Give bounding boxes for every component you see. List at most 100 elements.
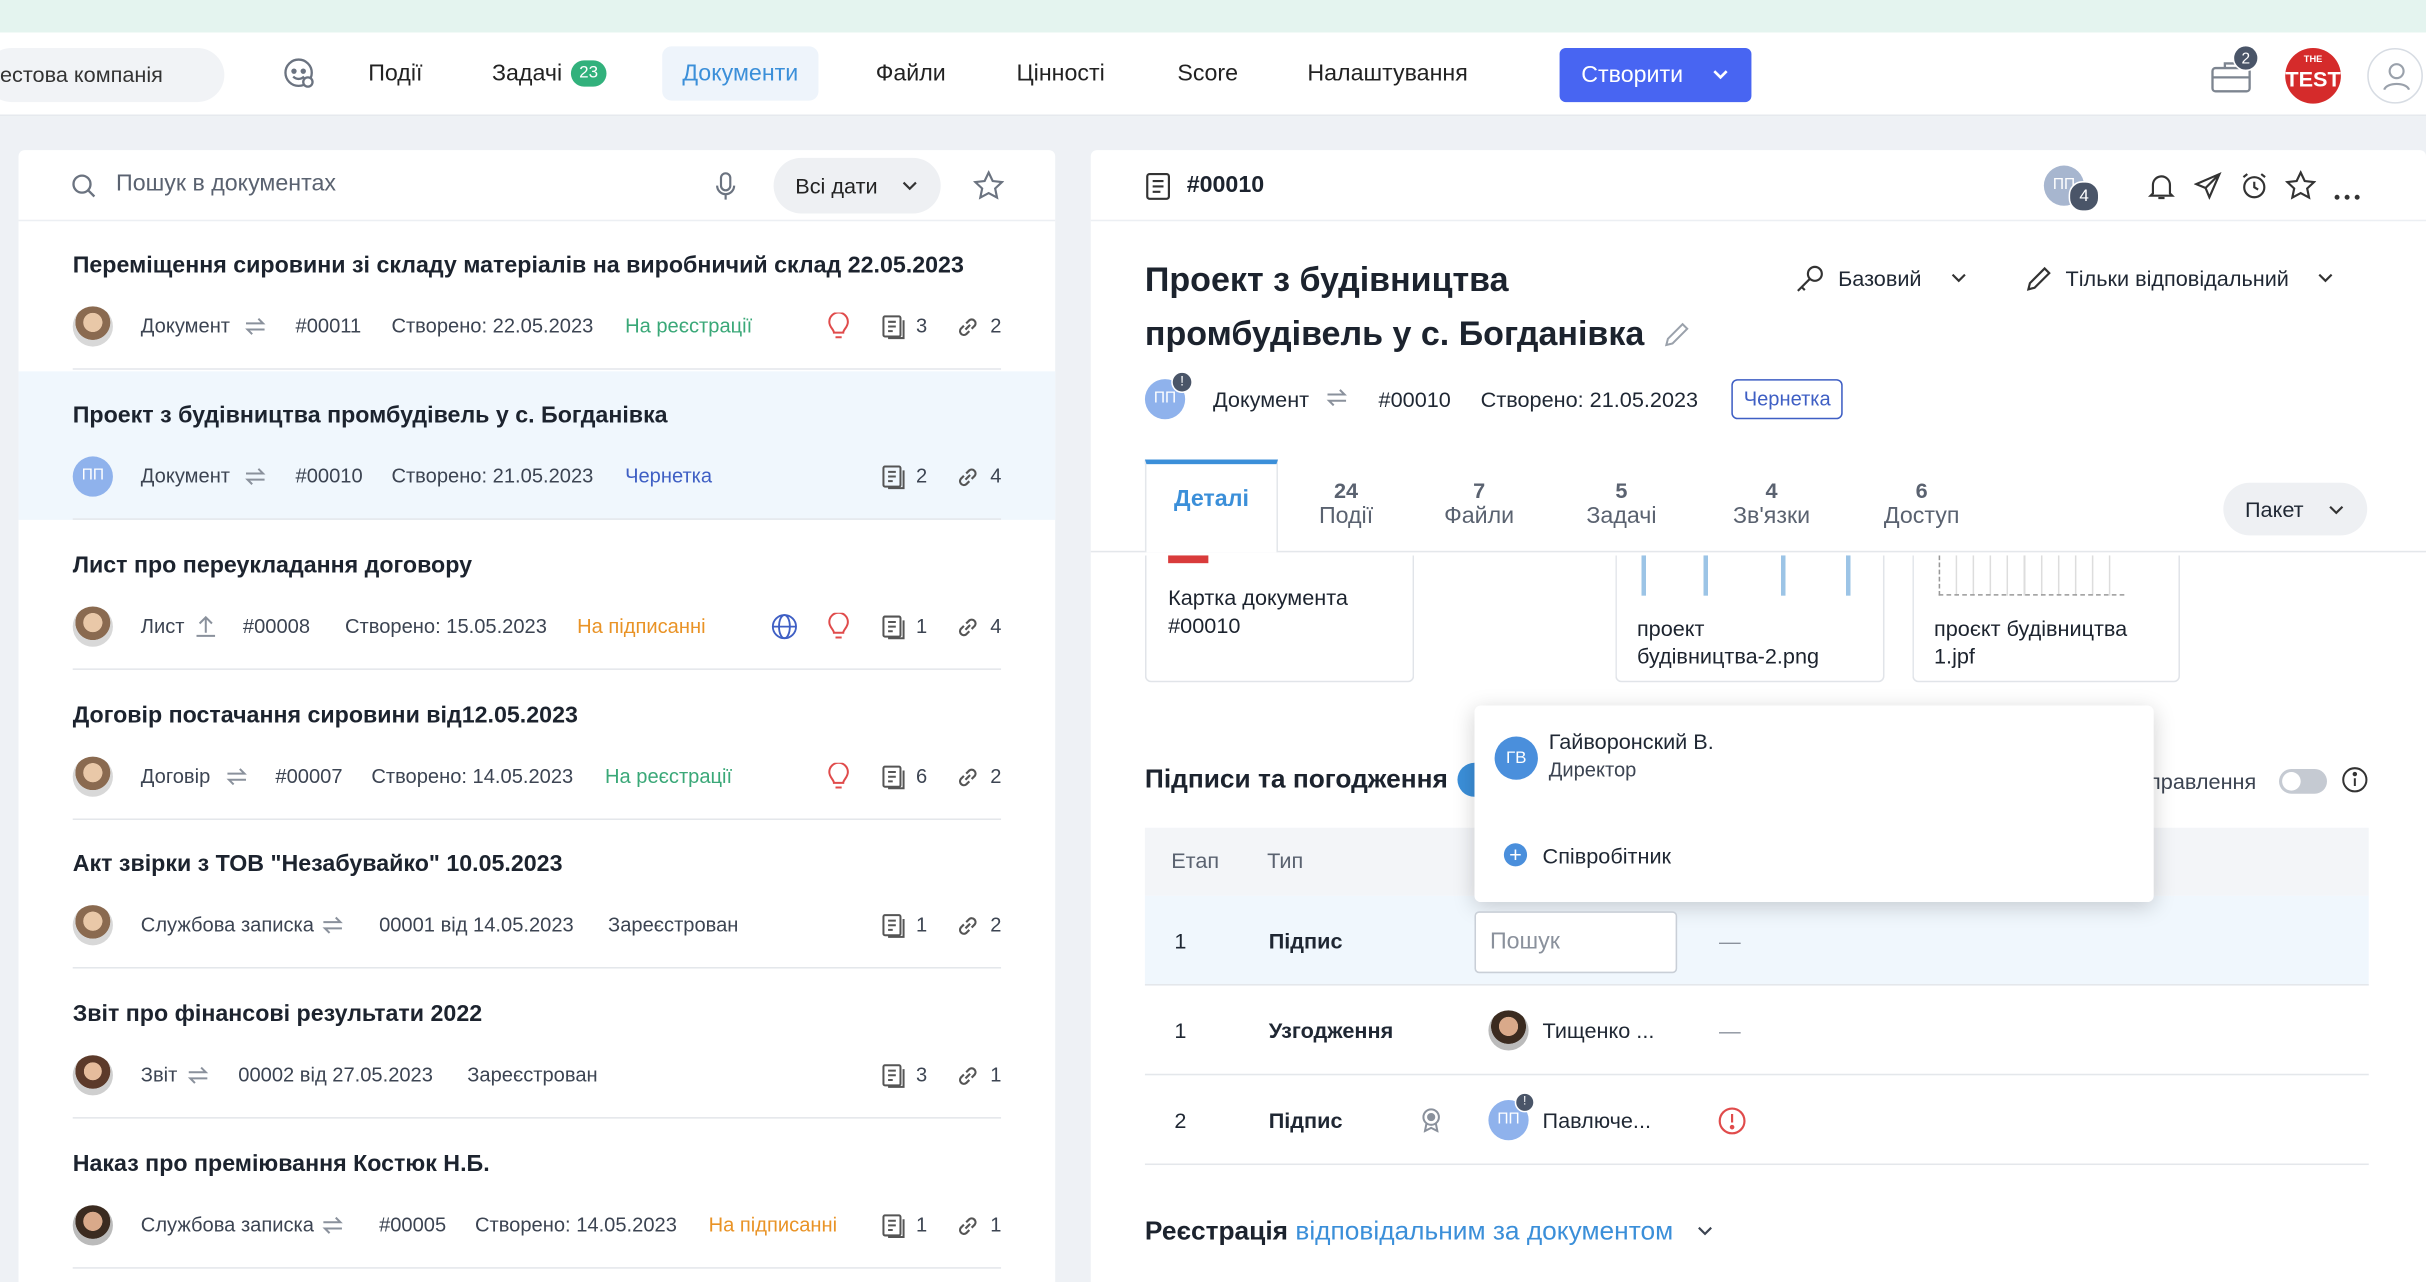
nav-documents[interactable]: Документи — [662, 46, 819, 101]
document-title: Звіт про фінансові результати 2022 — [72, 1001, 483, 1028]
plus-icon: + — [1503, 843, 1528, 867]
star-icon[interactable] — [2284, 169, 2317, 207]
documents-search-input[interactable]: Пошук в документах — [116, 170, 336, 196]
tab-relations-label: Зв'язки — [1732, 502, 1811, 530]
table-row[interactable]: 1 Підпис — — [1144, 895, 2369, 986]
file-card-image-2[interactable]: проєкт будівництва 1.jpf — [1912, 555, 2181, 683]
briefcase-count-badge: 2 — [2232, 44, 2259, 72]
row-person[interactable]: Тищенко ... — [1543, 986, 1655, 1076]
author-avatar — [72, 606, 113, 647]
nav-settings[interactable]: Налаштування — [1287, 46, 1488, 100]
sync-icon — [243, 314, 268, 339]
tab-access[interactable]: 6 Доступ — [1869, 460, 1974, 553]
signer-search-input[interactable]: Пошук — [1474, 911, 1678, 974]
document-list-item[interactable]: Лист про переукладання договору Лист #0000… — [19, 521, 1056, 670]
chevron-down-icon — [1713, 70, 1728, 80]
row-stage: 1 — [1174, 1018, 1187, 1043]
sync-icon — [320, 1213, 345, 1238]
info-icon[interactable] — [2341, 766, 2369, 802]
document-number: 00001 від 14.05.2023 — [379, 912, 574, 937]
nav-files[interactable]: Файли — [856, 46, 966, 100]
links-count: 4 — [990, 464, 1002, 488]
add-employee-option[interactable]: Співробітник — [1543, 843, 1671, 868]
divider — [72, 668, 1002, 670]
company-logo[interactable]: THE TEST — [2285, 47, 2341, 104]
document-list-item[interactable]: Договір постачання сировини від12.05.202… — [19, 671, 1056, 821]
sync-icon — [186, 1063, 211, 1088]
alarm-clock-icon[interactable] — [2240, 172, 2268, 208]
attachments-count: 1 — [915, 912, 928, 937]
suggested-person-role: Директор — [1548, 758, 1637, 782]
document-list-item[interactable]: Наказ про преміювання Костюк Н.Б. Службов… — [19, 1120, 1056, 1269]
document-number: #00007 — [275, 764, 343, 788]
microphone-icon[interactable] — [715, 172, 737, 209]
nav-events[interactable]: Події — [348, 46, 442, 100]
document-meta: Лист #00008 Створено: 15.05.2023 На підписа… — [72, 605, 1032, 648]
tab-files-label: Файли — [1444, 502, 1515, 530]
send-icon[interactable] — [2193, 171, 2222, 208]
company-switcher[interactable]: естова компанія — [0, 47, 225, 103]
row-type: Узгодження — [1268, 1018, 1394, 1043]
table-row[interactable]: 2 Підпис ПП ! Павлюче... — [1144, 1075, 2369, 1166]
status-badge[interactable]: Чернетка — [1731, 379, 1844, 420]
chevron-down-icon — [1951, 273, 1966, 283]
user-profile-icon[interactable] — [2367, 47, 2423, 104]
document-list-item[interactable]: Акт звірки з ТОВ "Незабувайко" 10.05.202… — [19, 820, 1056, 969]
routing-toggle[interactable] — [2279, 768, 2327, 794]
attachments-icon — [880, 464, 906, 490]
divider — [72, 1117, 1002, 1119]
tab-tasks[interactable]: 5 Задачі — [1572, 460, 1671, 553]
nav-tasks[interactable]: Задачі 23 — [472, 46, 626, 100]
document-type: Договір — [140, 764, 211, 788]
globe-icon — [771, 613, 799, 641]
tab-details[interactable]: Деталі — [1144, 459, 1278, 553]
table-row[interactable]: 1 Узгодження Тищенко ... — — [1144, 986, 2369, 1076]
attachments-count: 1 — [915, 1213, 928, 1237]
row-stage: 1 — [1174, 928, 1187, 954]
navbar: естова компанія Події Задачі 23 Документи… — [0, 32, 2426, 117]
document-meta: ПП Документ #00010 Створено: 21.05.2023 Черн… — [72, 455, 1032, 498]
document-type: Звіт — [140, 1062, 178, 1087]
link-icon — [955, 913, 981, 939]
author-avatar: ПП — [72, 456, 113, 497]
package-dropdown[interactable]: Пакет — [2223, 482, 2368, 536]
suggested-person[interactable]: Гайворонский В. Директор — [1549, 729, 1714, 788]
date-filter-dropdown[interactable]: Всі дати — [773, 157, 941, 214]
document-created-date: Створено: 15.05.2023 — [345, 614, 547, 638]
edit-rights-dropdown[interactable]: Тільки відповідальний — [2066, 266, 2336, 291]
create-button[interactable]: Створити — [1559, 47, 1752, 103]
nav-values[interactable]: Цінності — [996, 46, 1124, 100]
document-list-item[interactable]: Проект з будівництва промбудівель у с. Б… — [18, 371, 1056, 520]
document-list-item[interactable]: Переміщення сировини зі складу матеріалі… — [19, 221, 1056, 370]
access-level-dropdown[interactable]: Базовий — [1838, 266, 1968, 291]
tab-files[interactable]: 7 Файли — [1430, 460, 1529, 553]
bell-icon[interactable] — [2147, 172, 2176, 209]
more-options-icon[interactable] — [2333, 181, 2361, 209]
document-type: Документ — [140, 314, 231, 338]
links-count: 2 — [990, 314, 1002, 338]
document-created-date: Створено: 14.05.2023 — [371, 764, 574, 788]
file-card-document[interactable]: Картка документа #00010 — [1144, 555, 1415, 683]
documents-search-bar: Пошук в документах Всі дати — [18, 150, 1056, 222]
row-person[interactable]: Павлюче... — [1543, 1075, 1651, 1165]
registration-responsible-link[interactable]: відповідальним за документом — [1295, 1216, 1673, 1245]
chevron-down-icon[interactable] — [1696, 1224, 1715, 1238]
document-status: На реєстрації — [604, 764, 733, 788]
chevron-down-icon — [2329, 505, 2344, 515]
signer-picker-popup: ГВ Гайворонский В. Директор + Співробітни… — [1474, 705, 2154, 903]
tab-relations[interactable]: 4 Зв'язки — [1717, 460, 1825, 553]
file-card-caption-line2: #00010 — [1168, 612, 1241, 638]
divider — [72, 368, 1002, 370]
image-thumbnail — [1632, 555, 1865, 596]
attachments-icon — [880, 764, 906, 790]
sync-icon — [320, 913, 345, 938]
chat-bot-icon[interactable] — [282, 56, 316, 98]
pencil-icon[interactable] — [1663, 320, 1691, 348]
star-icon[interactable] — [972, 169, 1005, 207]
pencil-icon — [2025, 265, 2053, 301]
document-number: 00002 від 27.05.2023 — [238, 1062, 433, 1087]
file-card-image-1[interactable]: проект будівництва-2.png — [1615, 555, 1885, 683]
document-list-item[interactable]: Звіт про фінансові результати 2022 Звіт 00… — [19, 970, 1056, 1119]
nav-score[interactable]: Score — [1157, 46, 1258, 100]
tab-events[interactable]: 24 Події — [1297, 460, 1396, 553]
